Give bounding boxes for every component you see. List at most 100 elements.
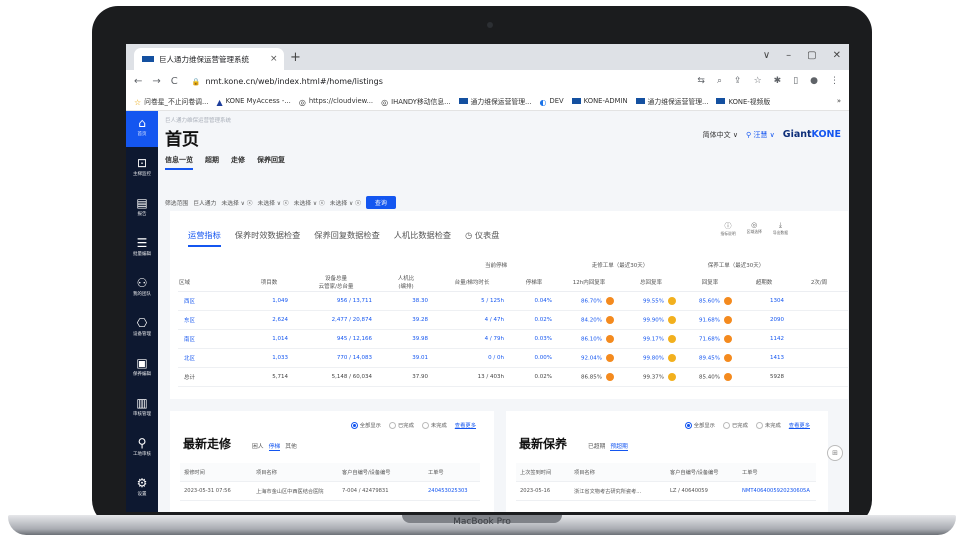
sidepanel-icon[interactable]: ▯ xyxy=(793,76,798,86)
tab-repair[interactable]: 走修 xyxy=(231,155,245,170)
filter-trapped[interactable]: 困人 xyxy=(252,441,264,451)
col-overdue[interactable]: 超期数 xyxy=(738,273,790,292)
bookmark-item[interactable]: ☆ 问卷星_不止问卷调... xyxy=(134,96,208,107)
status-dot xyxy=(668,373,676,381)
kpi-card: 运营指标 保养时效数据检查 保养回复数据检查 人机比数据检查 ◷ 仪表盘 ⓘ 指标… xyxy=(170,211,848,399)
col-12h-reply[interactable]: 12h内回复率 xyxy=(558,273,620,292)
maximize-button[interactable]: ▢ xyxy=(807,50,816,61)
tab-dashboard[interactable]: ◷ 仪表盘 xyxy=(465,229,499,247)
view-more-link[interactable]: 查看更多 xyxy=(455,421,476,429)
translate-icon[interactable]: ⇆ xyxy=(697,76,705,86)
col-projects[interactable]: 项目数 xyxy=(244,273,294,292)
table-row[interactable]: 北区 1,033 770 / 14,083 39.01 0 / 0h 0.00%… xyxy=(178,348,848,368)
sidebar-item-monitor[interactable]: ⊡ 主梯监控 xyxy=(126,151,158,187)
table-row[interactable]: 东区 2,624 2,477 / 20,874 39.28 4 / 47h 0.… xyxy=(178,310,848,330)
back-button[interactable]: ← xyxy=(134,76,142,87)
minimize-button[interactable]: – xyxy=(786,50,791,61)
radio-show-all[interactable]: 全部显示 xyxy=(684,421,715,429)
reload-button[interactable]: C xyxy=(171,76,178,87)
sidebar-item-report[interactable]: ▤ 报告 xyxy=(126,191,158,227)
col-stop-rate[interactable]: 停梯率 xyxy=(510,273,558,292)
table-total-row: 总计 5,714 5,148 / 60,034 37.90 13 / 403h … xyxy=(178,367,848,387)
bookmark-item[interactable]: ▲ KONE MyAccess -... xyxy=(216,97,290,107)
view-more-link[interactable]: 查看更多 xyxy=(789,421,810,429)
laptop-label: MacBook Pro xyxy=(453,517,511,527)
close-tab-icon[interactable]: × xyxy=(270,54,284,64)
new-tab-button[interactable]: + xyxy=(290,50,301,65)
table-row[interactable]: 南区 1,014 945 / 12,166 39.98 4 / 79h 0.03… xyxy=(178,329,848,349)
page-title: 首页 xyxy=(165,130,199,150)
filter-stopped[interactable]: 停梯 xyxy=(268,441,281,451)
status-dot xyxy=(668,297,676,305)
table-row[interactable]: 2023-05-31 07:56 上海市金山区中西医结合医院 7-004 / 4… xyxy=(180,482,480,501)
tab-maint-reply[interactable]: 保养回复数据检查 xyxy=(314,229,380,247)
filter-pre-overdue[interactable]: 预超期 xyxy=(610,441,628,451)
radio-completed[interactable]: 已完成 xyxy=(722,421,748,429)
bookmark-item[interactable]: ◎ IHANDY移动信息... xyxy=(381,96,451,107)
floating-tool-icon[interactable]: ⊞ xyxy=(827,445,843,461)
col-region[interactable]: 区域 xyxy=(178,273,244,292)
zoom-icon[interactable]: ⌕ xyxy=(717,76,722,86)
tab-ratio-check[interactable]: 人机比数据检查 xyxy=(394,229,451,247)
share-icon[interactable]: ⇪ xyxy=(734,76,742,86)
sidebar-item-device[interactable]: ⎔ 设备管理 xyxy=(126,311,158,347)
bookmark-item[interactable]: KONE-视频版 xyxy=(716,96,770,106)
kpi-info-button[interactable]: ⓘ 指标说明 xyxy=(720,221,735,237)
kpi-export-button[interactable]: ⤓ 导出数据 xyxy=(773,221,788,237)
home-icon: ⌂ xyxy=(138,116,146,130)
kpi-region-button[interactable]: ◎ 区域选择 xyxy=(747,221,762,237)
tab-overview[interactable]: 信息一览 xyxy=(165,155,193,170)
col-twice-week[interactable]: 2次/周 xyxy=(790,273,848,292)
sidebar-item-team[interactable]: ⚇ 我的团队 xyxy=(126,271,158,307)
filter-other[interactable]: 其他 xyxy=(285,441,297,451)
table-row[interactable]: 西区 1,049 956 / 13,711 38.30 5 / 125h 0.0… xyxy=(178,291,848,311)
profile-icon[interactable]: ● xyxy=(810,76,818,86)
col-devices[interactable]: 设备总量 云管家/总台量 xyxy=(294,273,378,292)
menu-icon[interactable]: ⋮ xyxy=(830,76,839,86)
bookmark-item[interactable]: 通力维保运营管理... xyxy=(635,96,708,106)
kpi-tools: ⓘ 指标说明 ◎ 区域选择 ⤓ 导出数据 xyxy=(720,221,788,237)
extensions-icon[interactable]: ✱ xyxy=(774,76,782,86)
bookmarks-overflow-icon[interactable]: » xyxy=(837,97,841,105)
sidebar-item-site-audit[interactable]: ⚲ 工地审核 xyxy=(126,431,158,467)
sidebar-item-maintenance[interactable]: ▣ 保养编辑 xyxy=(126,351,158,387)
filter-select[interactable]: 未选择 ∨ ⓧ xyxy=(221,198,252,207)
sidebar-item-settings[interactable]: ⚙ 设置 xyxy=(126,471,158,507)
col-ratio[interactable]: 人机比 (编排) xyxy=(378,273,434,292)
filter-overdue[interactable]: 已超期 xyxy=(588,441,605,451)
query-button[interactable]: 查询 xyxy=(365,196,396,209)
group-maint: 保养工单（最近30天） xyxy=(682,257,790,273)
bookmark-item[interactable]: KONE-ADMIN xyxy=(571,97,628,105)
language-select[interactable]: 简体中文 ∨ xyxy=(703,130,738,140)
col-stopped[interactable]: 台量/梯均时长 xyxy=(434,273,510,292)
bookmark-item[interactable]: 通力维保运营管理... xyxy=(458,96,531,106)
col-maint-reply[interactable]: 回复率 xyxy=(682,273,738,292)
radio-uncompleted[interactable]: 未完成 xyxy=(755,421,781,429)
sidebar-item-home[interactable]: ⌂ 首页 xyxy=(126,111,158,147)
close-window-button[interactable]: ✕ xyxy=(833,50,841,61)
browser-tab-bar: 巨人通力维保运营管理系统 × + ∨ – ▢ ✕ xyxy=(126,44,849,70)
url-field[interactable]: 🔒 nmt.kone.cn/web/index.html#/home/listin… xyxy=(192,77,698,86)
table-row[interactable]: 2023-05-16 浙江省文物考古研究所瓷考... LZ / 40640059… xyxy=(516,482,816,501)
browser-tab[interactable]: 巨人通力维保运营管理系统 × xyxy=(134,48,284,70)
tab-maintenance-reply[interactable]: 保养回复 xyxy=(257,155,285,170)
radio-completed[interactable]: 已完成 xyxy=(388,421,414,429)
tab-overdue[interactable]: 超期 xyxy=(205,155,219,170)
bookmark-item[interactable]: ◎ https://cloudview... xyxy=(299,97,373,107)
tab-maint-timeliness[interactable]: 保养时效数据检查 xyxy=(235,229,301,247)
user-menu[interactable]: ⚲ 汪慧 ∨ xyxy=(746,130,775,140)
col-total-reply[interactable]: 总回复率 xyxy=(620,273,682,292)
bookmark-item[interactable]: ◐ DEV xyxy=(539,97,563,107)
filter-select[interactable]: 未选择 ∨ ⓧ xyxy=(330,198,361,207)
tab-operation-kpi[interactable]: 运营指标 xyxy=(188,229,221,247)
filter-select[interactable]: 未选择 ∨ ⓧ xyxy=(294,198,325,207)
sidebar-item-batch-edit[interactable]: ☰ 批量编辑 xyxy=(126,231,158,267)
forward-button[interactable]: → xyxy=(152,76,160,87)
sidebar-item-audit[interactable]: ▥ 审核管理 xyxy=(126,391,158,427)
radio-show-all[interactable]: 全部显示 xyxy=(350,421,381,429)
filter-select[interactable]: 未选择 ∨ ⓧ xyxy=(258,198,289,207)
tab-search-icon[interactable]: ∨ xyxy=(763,50,770,61)
star-icon[interactable]: ☆ xyxy=(754,76,762,86)
filter-label: 筛选范围 xyxy=(165,201,189,207)
radio-uncompleted[interactable]: 未完成 xyxy=(421,421,447,429)
